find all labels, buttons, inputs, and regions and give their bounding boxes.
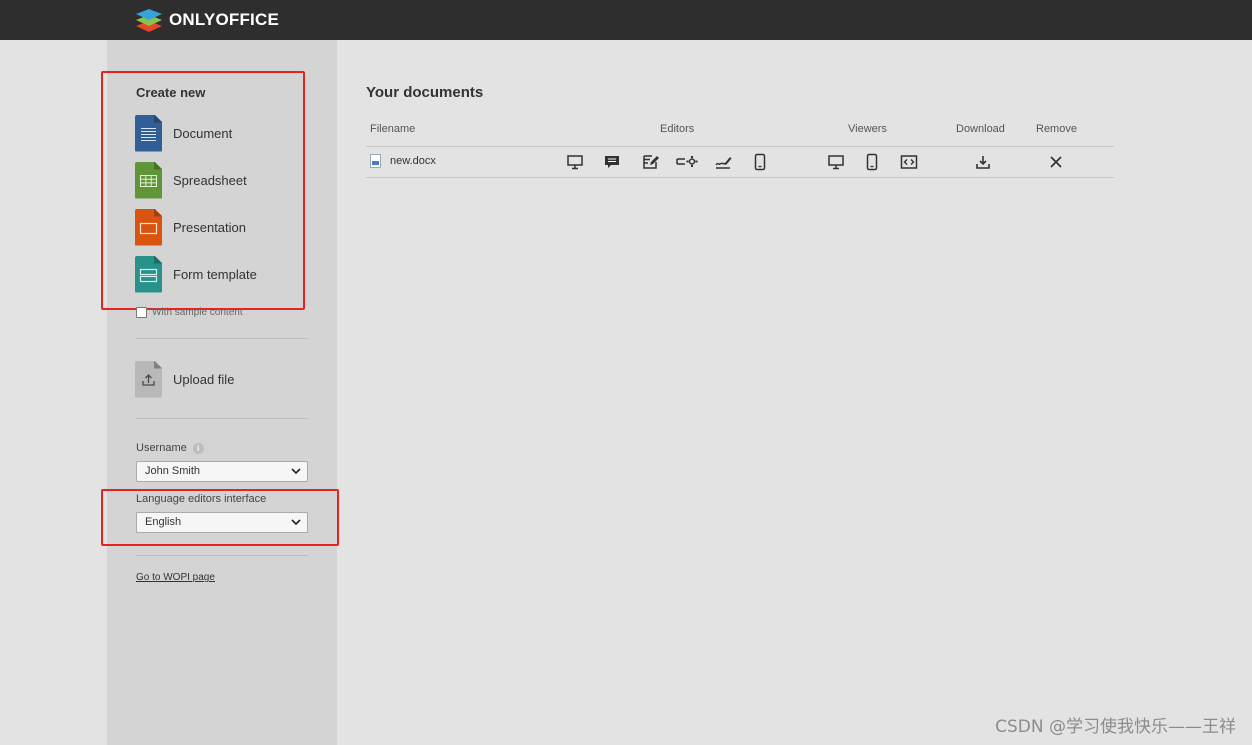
form-template-file-icon [135,255,162,293]
embedded-view-icon[interactable] [900,153,918,171]
table-row-divider [366,177,1114,178]
review-icon[interactable] [641,153,659,171]
watermark-text: CSDN @学习使我快乐——王祥 [995,717,1236,737]
download-icon[interactable] [974,153,992,171]
wopi-page-link[interactable]: Go to WOPI page [136,572,215,583]
create-form-template-button[interactable]: Form template [135,255,257,293]
sidebar-divider [136,418,308,419]
sample-content-label: With sample content [152,307,243,318]
language-label: Language editors interface [136,493,267,505]
chevron-down-icon [291,519,301,526]
language-select[interactable]: English [136,512,308,533]
mobile-edit-icon[interactable] [751,153,769,171]
desktop-edit-icon[interactable] [566,153,584,171]
sign-icon[interactable] [714,153,732,171]
document-file-icon [135,114,162,152]
username-label-row: Username i [136,442,204,454]
sidebar-divider [136,555,308,556]
brand-name: ONLYOFFICE [169,10,279,29]
docx-file-icon [370,154,381,168]
username-label: Username [136,442,187,454]
column-header-download: Download [956,123,1005,135]
page-title: Your documents [366,84,484,101]
table-header-divider [366,146,1114,147]
onlyoffice-logo[interactable]: ONLYOFFICE [135,6,279,34]
sample-content-checkbox-row[interactable]: With sample content [136,307,243,318]
upload-file-icon [135,360,162,398]
create-document-button[interactable]: Document [135,114,232,152]
upload-file-label: Upload file [173,371,235,387]
create-form-template-label: Form template [173,266,257,282]
presentation-file-icon [135,208,162,246]
create-new-title: Create new [136,85,206,100]
language-label-row: Language editors interface [136,493,266,505]
sample-content-checkbox[interactable] [136,307,147,318]
column-header-filename: Filename [370,123,416,135]
comment-icon[interactable] [603,153,621,171]
remove-icon[interactable] [1047,153,1065,171]
username-select[interactable]: John Smith [136,461,308,482]
create-spreadsheet-label: Spreadsheet [173,172,247,188]
file-name-link[interactable]: new.docx [370,154,436,168]
column-header-editors: Editors [660,123,695,135]
fill-forms-icon[interactable] [676,153,698,171]
sidebar-divider [136,338,308,339]
spreadsheet-file-icon [135,161,162,199]
file-name: new.docx [390,155,436,167]
column-header-viewers: Viewers [848,123,887,135]
top-bar: ONLYOFFICE [0,0,1252,40]
create-presentation-label: Presentation [173,219,246,235]
username-value: John Smith [145,465,201,477]
upload-file-button[interactable]: Upload file [135,360,234,398]
info-icon[interactable]: i [192,442,204,454]
mobile-view-icon[interactable] [863,153,881,171]
create-presentation-button[interactable]: Presentation [135,208,246,246]
desktop-view-icon[interactable] [827,153,845,171]
onlyoffice-logo-icon [136,9,162,32]
create-document-label: Document [173,125,233,141]
column-header-remove: Remove [1036,123,1077,135]
language-value: English [145,516,182,528]
chevron-down-icon [291,468,301,475]
create-spreadsheet-button[interactable]: Spreadsheet [135,161,247,199]
